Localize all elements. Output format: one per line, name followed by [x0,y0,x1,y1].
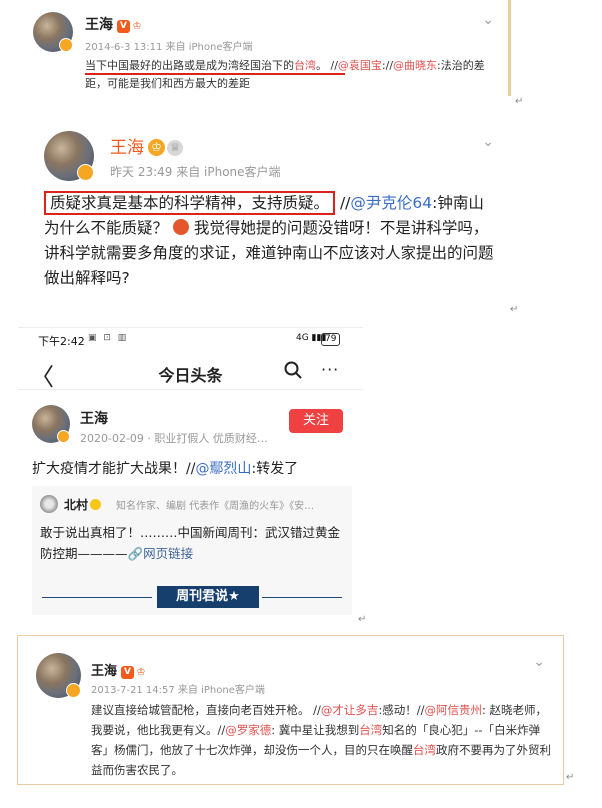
vip-badge-icon: V [117,20,130,33]
follow-button[interactable]: 关注 [289,409,343,433]
return-mark: ↵ [515,96,524,107]
search-icon[interactable] [283,360,303,385]
weibo-post-2013: 王海 V ♔ 2013-7-21 14:57 来自 iPhone客户端 ⌄ 建议直接… [17,635,564,785]
crown-icon: ♔ [148,139,165,156]
mention-link[interactable]: @才让多吉 [321,703,379,717]
weibo-post-2014: 王海 V ♔ 2014-6-3 13:11 来自 iPhone客户端 当下中国最好的… [15,0,511,96]
post-text: 建议直接给城管配枪，直接向老百姓开枪。 //@才让多吉:感动！//@阿信贵州: … [91,703,551,777]
post-meta: 2013-7-21 14:57 来自 iPhone客户端 [91,685,265,696]
return-mark: ↵ [510,304,519,315]
boxed-highlight: 质疑求真是基本的科学精神，支持质疑。 [44,191,336,215]
angry-face-emoji-icon [172,219,189,235]
quoted-post[interactable]: 北村 知名作家、编剧 代表作《周渔的火车》《安… 敢于说出真相了！………中国新闻… [32,486,352,615]
user-avatar[interactable] [33,12,73,52]
mention-link[interactable]: @罗家德 [225,723,271,737]
quoted-user-meta: 知名作家、编剧 代表作《周渔的火车》《安… [116,501,315,512]
user-name[interactable]: 王海 ♔ ♕ [110,133,183,158]
medal-icon: ♕ [167,140,183,156]
quoted-user-name[interactable]: 北村 [64,496,102,513]
post-meta: 昨天 23:49 来自 iPhone客户端 [110,165,281,179]
user-avatar[interactable] [44,131,94,181]
user-name[interactable]: 王海 V ♔ [85,14,144,34]
post-text: 当下中国最好的出路或是成为湾经国治下的台湾。 //@袁国宝://@曲晓东:法治的… [85,59,485,90]
chevron-down-icon[interactable]: ⌄ [482,134,494,150]
user-avatar[interactable] [32,405,70,443]
toutiao-screenshot: 下午2:42 ▣ ⊡ ▥ 4G ▮▮▮ 79 〈 今日头条 ··· 王海 202… [18,327,363,615]
banner-rule [42,597,152,598]
mention-link[interactable]: @尹克伦64 [350,194,432,212]
battery-icon: 79 [321,333,341,346]
user-avatar[interactable] [36,653,81,698]
status-bar: 下午2:42 ▣ ⊡ ▥ 4G ▮▮▮ 79 [18,328,363,350]
web-link[interactable]: 🔗网页链接 [128,546,194,561]
chevron-down-icon[interactable]: ⌄ [533,654,545,670]
mention-link[interactable]: @曲晓东 [393,59,437,72]
post-meta: 2020-02-09 · 职业打假人 优质财经… [80,432,268,445]
verified-badge-icon [90,499,102,510]
vip-badge-icon: V [121,666,135,679]
nav-title: 今日头条 [158,366,223,385]
status-time: 下午2:42 [38,335,85,348]
return-mark: ↵ [566,772,575,783]
crown-icon: ♔ [136,667,146,678]
chevron-down-icon[interactable]: ⌄ [482,12,494,28]
user-name[interactable]: 王海 V ♔ [91,660,148,680]
quoted-text: 敢于说出真相了！………中国新闻周刊：武汉错过黄金防控期————🔗网页链接 [40,525,341,561]
quoted-user-avatar[interactable] [40,495,58,513]
mention-link[interactable]: @阿信贵州 [425,703,483,717]
user-name[interactable]: 王海 [80,408,108,428]
top-nav-bar: 〈 今日头条 ··· [18,356,363,391]
post-meta: 2014-6-3 13:11 来自 iPhone客户端 [85,42,253,53]
red-underline-annotation [85,73,345,75]
return-mark: ↵ [358,614,367,625]
banner-rule [262,597,342,598]
post-text: 扩大疫情才能扩大战果！//@鄢烈山:转发了 [32,461,299,477]
mention-link[interactable]: @袁国宝 [338,59,382,72]
weibo-post-recent: 王海 ♔ ♕ 昨天 23:49 来自 iPhone客户端 ⌄ 质疑求真是基本的科学精… [26,118,508,308]
post-text: 质疑求真是基本的科学精神，支持质疑。 //@尹克伦64:钟南山为什么不能质疑？ … [44,191,494,291]
zhoukan-banner: 周刊君说★ [157,586,259,608]
more-options-icon[interactable]: ··· [321,360,339,379]
crown-icon: ♔ [132,21,142,32]
mention-link[interactable]: @鄢烈山 [195,461,251,477]
notification-icons: ▣ ⊡ ▥ [88,333,129,343]
